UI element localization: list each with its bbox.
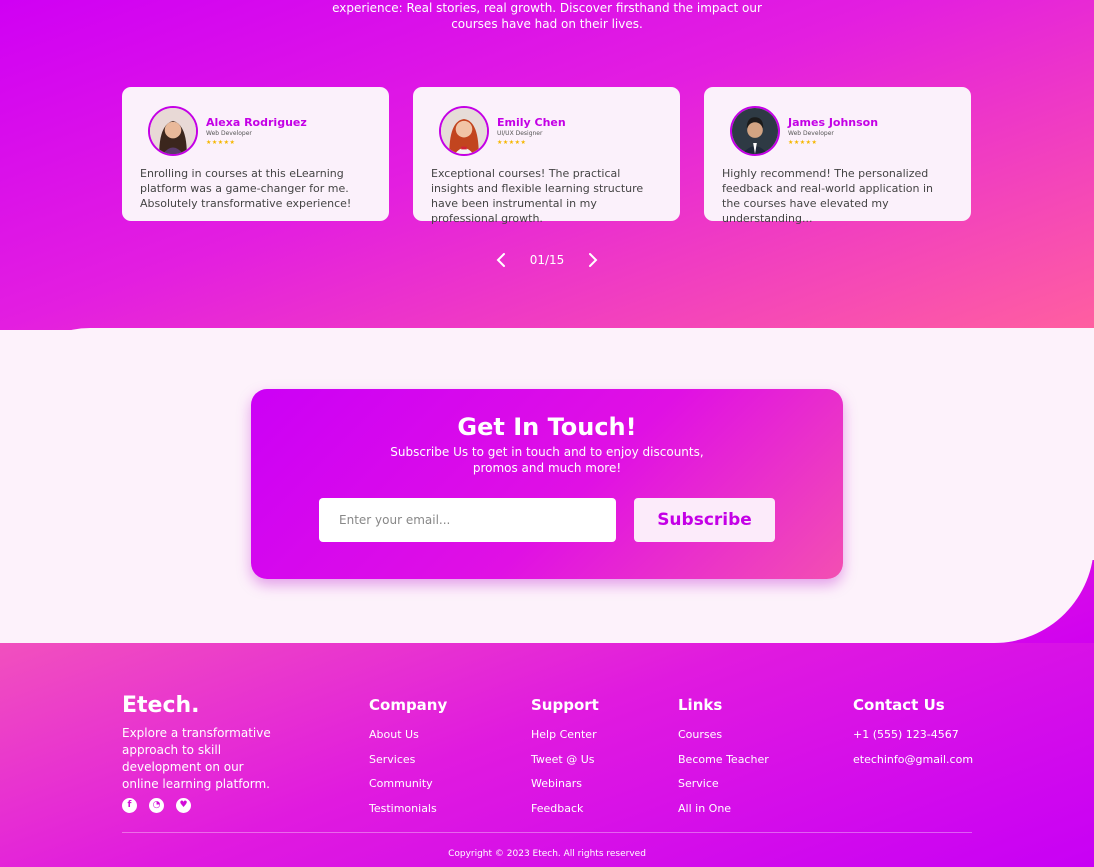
footer-brand-description: Explore a transformative approach to ski… [122,726,271,791]
testimonial-quote: Exceptional courses! The practical insig… [431,167,644,225]
footer-link-become-teacher[interactable]: Become Teacher [678,748,769,773]
subscribe-button[interactable]: Subscribe [634,498,775,542]
footer-column-contact: Contact Us +1 (555) 123-4567 etechinfo@g… [853,696,973,772]
footer-heading-company: Company [369,696,448,714]
twitter-icon[interactable]: ♥ [176,798,191,813]
rating-stars: ★★★★★ [497,138,527,146]
rating-stars: ★★★★★ [206,138,236,146]
testimonial-card: Alexa Rodriguez Web Developer ★★★★★ Enro… [122,87,389,221]
footer-contact-phone[interactable]: +1 (555) 123-4567 [853,723,973,748]
footer-column-support: Support Help Center Tweet @ Us Webinars … [531,696,599,821]
testimonials-section: experience: Real stories, real growth. D… [0,0,1094,330]
testimonial-role: Web Developer [788,129,834,137]
testimonial-card: James Johnson Web Developer ★★★★★ Highly… [704,87,971,225]
avatar [439,106,489,156]
social-links: f ◔ ♥ [122,798,203,813]
subtitle-line-2: promos and much more! [472,461,622,475]
footer-link-tweet-us[interactable]: Tweet @ Us [531,748,599,773]
testimonial-pager: 01/15 [0,250,1094,270]
facebook-icon[interactable]: f [122,798,137,813]
footer-link-help-center[interactable]: Help Center [531,723,599,748]
pager-count: 01/15 [529,253,565,267]
avatar [730,106,780,156]
chevron-right-icon[interactable] [582,250,602,270]
testimonials-intro: experience: Real stories, real growth. D… [0,0,1094,32]
footer-copyright: Copyright © 2023 Etech. All rights reser… [448,849,646,859]
testimonial-quote: Highly recommend! The personalized feedb… [722,167,934,225]
footer-link-courses[interactable]: Courses [678,723,769,748]
footer-link-feedback[interactable]: Feedback [531,797,599,822]
testimonial-name: Emily Chen [497,115,566,129]
testimonial-quote: Enrolling in courses at this eLearning p… [140,167,352,210]
footer-link-webinars[interactable]: Webinars [531,772,599,797]
intro-line-2: courses have had on their lives. [451,17,643,31]
footer-heading-support: Support [531,696,599,714]
testimonial-name: James Johnson [788,115,879,129]
footer: Etech. Explore a transformative approach… [0,643,1094,867]
get-in-touch-subtitle: Subscribe Us to get in touch and to enjo… [251,444,843,476]
footer-contact-email[interactable]: etechinfo@gmail.com [853,748,973,773]
footer-link-services[interactable]: Services [369,748,447,773]
chevron-left-icon[interactable] [492,250,512,270]
testimonial-card: Emily Chen UI/UX Designer ★★★★★ Exceptio… [413,87,680,225]
footer-link-community[interactable]: Community [369,772,447,797]
rating-stars: ★★★★★ [788,138,818,146]
testimonial-cards: Alexa Rodriguez Web Developer ★★★★★ Enro… [122,87,972,225]
footer-heading-contact: Contact Us [853,696,945,714]
whatsapp-icon[interactable]: ◔ [149,798,164,813]
testimonial-role: Web Developer [206,129,252,137]
get-in-touch-title: Get In Touch! [457,413,637,441]
testimonial-role: UI/UX Designer [497,129,543,137]
footer-link-testimonials[interactable]: Testimonials [369,797,447,822]
avatar [148,106,198,156]
footer-heading-links: Links [678,696,723,714]
testimonial-name: Alexa Rodriguez [206,115,307,129]
footer-column-links: Links Courses Become Teacher Service All… [678,696,769,821]
footer-divider [122,832,972,833]
footer-brand-logo[interactable]: Etech. [122,693,200,718]
footer-link-all-in-one[interactable]: All in One [678,797,769,822]
email-input[interactable] [319,498,616,542]
subtitle-line-1: Subscribe Us to get in touch and to enjo… [390,445,704,459]
footer-link-about-us[interactable]: About Us [369,723,447,748]
footer-column-company: Company About Us Services Community Test… [369,696,447,821]
intro-line-1: experience: Real stories, real growth. D… [332,1,762,15]
footer-link-service[interactable]: Service [678,772,769,797]
get-in-touch-box: Get In Touch! Subscribe Us to get in tou… [251,389,843,579]
